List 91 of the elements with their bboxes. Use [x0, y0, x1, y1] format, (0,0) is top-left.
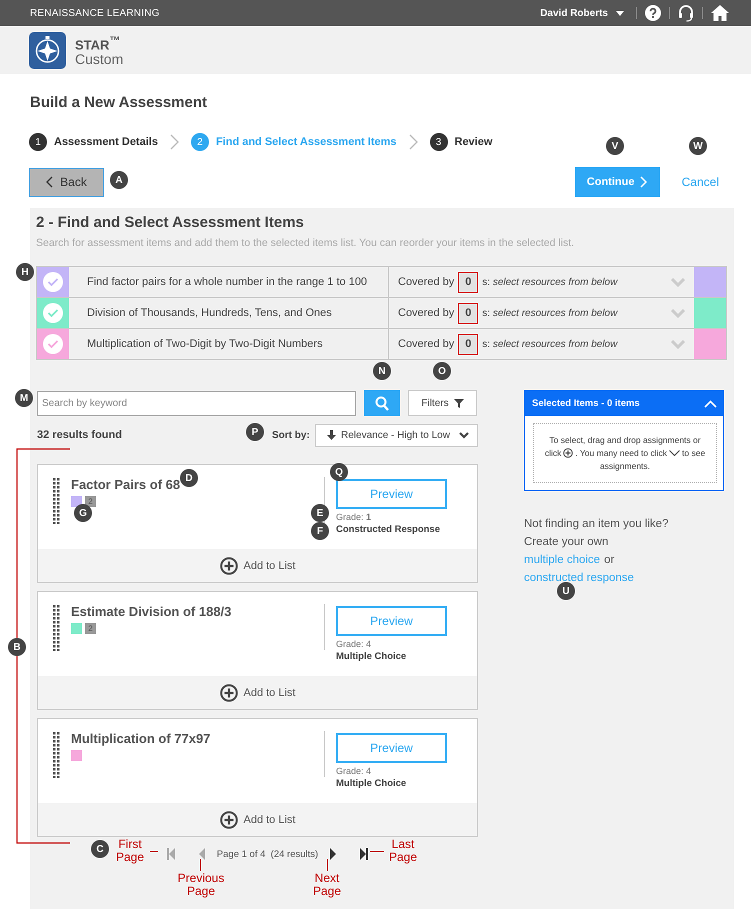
help-text: . You many need to click [575, 446, 668, 460]
callout-marker: B [8, 638, 26, 656]
plus-circle-icon [220, 684, 238, 702]
prompt-text: Create your own [524, 535, 610, 550]
leader-line [150, 851, 158, 852]
step-number: 3 [430, 133, 448, 151]
chevron-left-icon [46, 176, 54, 188]
sort-label: Sort by: [272, 430, 311, 440]
callout-marker: A [110, 171, 128, 189]
plus-circle-icon [220, 810, 238, 828]
user-menu[interactable]: David Roberts [540, 8, 608, 18]
leader-line [200, 859, 201, 871]
item-title: Multiplication of 77x97 [71, 731, 210, 747]
next-page-icon[interactable] [330, 848, 336, 860]
app-name: STAR$^{™}$ [75, 34, 122, 52]
wizard-step[interactable]: Review [454, 136, 492, 148]
count-badge: 2 [85, 496, 96, 507]
count-badge: 2 [85, 623, 96, 634]
annotation-label: Previous Page [176, 872, 226, 898]
chevron-right-icon [408, 134, 418, 150]
chevron-right-icon [640, 176, 648, 188]
prompt-text: Not finding an item you like? [524, 517, 670, 532]
help-text: assignments. [600, 460, 650, 472]
add-to-list-button[interactable]: Add to List [38, 549, 477, 582]
back-button[interactable]: Back [29, 168, 104, 196]
item-title: Factor Pairs of 68 [71, 477, 180, 493]
compass-logo-icon [29, 32, 66, 68]
coverage-count: 0 [458, 334, 478, 354]
grade-label: Grade: 4 [336, 639, 372, 649]
last-page-icon[interactable] [360, 848, 368, 860]
search-field[interactable]: Search by keyword [37, 390, 356, 416]
plus-circle-icon [220, 556, 238, 574]
callout-marker: W [689, 137, 707, 155]
item-type: Constructed Response [336, 524, 441, 535]
headset-icon[interactable] [678, 4, 694, 22]
page-indicator: Page 1 of 4 (24 results) [216, 848, 318, 860]
annotation-label: First Page [114, 838, 146, 864]
drag-handle-icon[interactable] [53, 605, 60, 651]
coverage-hint: s: select resources from below [482, 276, 618, 288]
annotation-label: Last Page [388, 838, 418, 864]
step-number: 1 [29, 133, 47, 151]
covered-label: Covered by [398, 276, 454, 288]
drag-handle-icon[interactable] [53, 732, 60, 778]
grade-label: Grade: 1 [336, 512, 372, 522]
filters-button[interactable]: Filters [408, 390, 477, 416]
section-description: Search for assessment items and add them to the selected items list. You can reorder your items in the selected list. [36, 237, 576, 249]
step-number: 2 [190, 133, 209, 151]
add-to-list-button[interactable]: Add to List [38, 676, 477, 709]
results-count: 32 results found [37, 429, 122, 441]
brand-logo: RENAISSANCE LEARNING [30, 8, 160, 18]
objective-name: Multiplication of Two-Digit by Two-Digit Numbers [69, 329, 389, 359]
page-title: Build a New Assessment [30, 94, 208, 112]
coverage-hint: s: select resources from below [482, 308, 618, 318]
help-text: To select, drag and drop assignments or [549, 434, 701, 446]
item-type: Multiple Choice [336, 778, 408, 789]
panel-title: Selected Items - 0 items [532, 398, 640, 409]
plus-circle-icon [563, 448, 574, 458]
leader-line [370, 851, 384, 852]
callout-marker: M [15, 389, 33, 407]
caret-icon [616, 10, 624, 16]
chevron-down-icon [459, 432, 469, 438]
chevron-down-icon [669, 450, 680, 456]
leader-line [327, 859, 328, 871]
coverage-hint: s: select resources from below [482, 338, 618, 350]
help-text: to see [682, 446, 706, 460]
arrow-down-icon [327, 430, 336, 440]
coverage-count: 0 [458, 272, 478, 292]
annotation-label: Next Page [312, 872, 342, 898]
grade-label: Grade: 4 [336, 766, 372, 776]
app-subtitle: Custom [75, 52, 124, 66]
callout-marker: V [606, 137, 624, 155]
add-to-list-button[interactable]: Add to List [38, 803, 477, 836]
item-title: Estimate Division of 188/3 [71, 604, 232, 620]
covered-label: Covered by [398, 338, 454, 350]
chevron-right-icon [170, 134, 179, 150]
help-icon[interactable] [645, 5, 661, 21]
drag-handle-icon[interactable] [53, 478, 60, 524]
coverage-count: 0 [458, 302, 478, 324]
search-button[interactable] [364, 390, 400, 416]
search-icon [375, 396, 389, 410]
wizard-step[interactable]: Assessment Details [54, 136, 158, 148]
section-title: 2 - Find and Select Assessment Items [36, 214, 305, 232]
callout-marker: H [16, 263, 34, 281]
help-text: click [544, 446, 562, 460]
collapse-icon[interactable] [704, 400, 717, 408]
funnel-icon [454, 398, 464, 408]
joiner-text: or [604, 553, 614, 568]
item-type: Multiple Choice [336, 651, 408, 662]
sort-dropdown[interactable]: Relevance - High to Low [315, 424, 478, 446]
home-icon[interactable] [711, 5, 729, 21]
covered-label: Covered by [398, 307, 454, 319]
